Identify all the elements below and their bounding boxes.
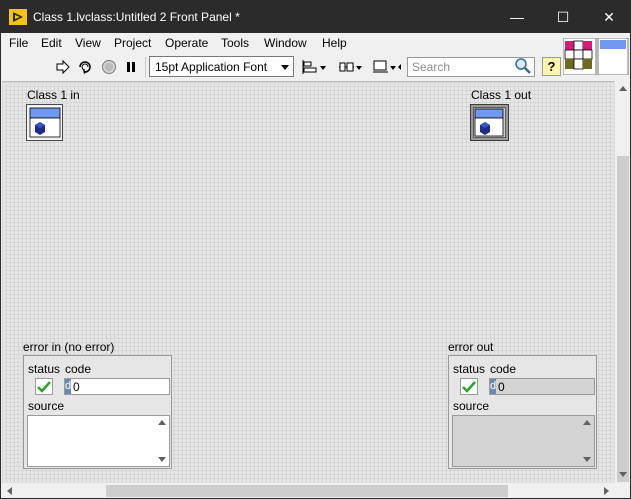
error-out-source-label: source bbox=[453, 399, 490, 413]
distribute-objects-button[interactable] bbox=[337, 57, 365, 77]
run-button[interactable] bbox=[53, 57, 73, 77]
horizontal-scroll-thumb[interactable] bbox=[106, 485, 508, 497]
menu-tools[interactable]: Tools bbox=[221, 36, 249, 50]
menu-window[interactable]: Window bbox=[264, 36, 307, 50]
error-in-source-field[interactable] bbox=[27, 415, 170, 467]
error-in-source-scrollbar[interactable] bbox=[155, 416, 169, 466]
vertical-scroll-thumb[interactable] bbox=[617, 156, 629, 486]
pause-icon bbox=[127, 62, 135, 72]
search-icon[interactable] bbox=[514, 57, 532, 75]
resize-objects-button[interactable] bbox=[372, 57, 404, 77]
error-in-status-label: status bbox=[28, 362, 61, 376]
maximize-button[interactable]: ☐ bbox=[540, 1, 586, 33]
error-out-source-scrollbar[interactable] bbox=[580, 416, 594, 466]
error-in-status-checkbox[interactable] bbox=[35, 378, 53, 395]
error-in-code-label: code bbox=[65, 362, 92, 376]
labview-app-icon bbox=[9, 9, 27, 25]
scroll-down-arrow-icon[interactable] bbox=[158, 457, 166, 462]
toolbar-separator bbox=[145, 57, 146, 77]
radix-indicator[interactable]: d bbox=[490, 379, 496, 394]
title-bar[interactable]: Class 1.lvclass:Untitled 2 Front Panel *… bbox=[1, 1, 630, 33]
scroll-up-arrow-icon[interactable] bbox=[619, 86, 627, 91]
abort-button[interactable] bbox=[99, 57, 119, 77]
class-in-label: Class 1 in bbox=[27, 88, 80, 102]
class-in-control[interactable] bbox=[26, 104, 70, 142]
error-in-code-field[interactable]: d 0 bbox=[64, 378, 170, 395]
error-out-label: error out bbox=[448, 340, 494, 354]
pause-button[interactable] bbox=[121, 57, 141, 77]
error-in-cluster[interactable]: status code d 0 source bbox=[23, 355, 172, 469]
scroll-up-arrow-icon[interactable] bbox=[583, 420, 591, 425]
align-objects-button[interactable] bbox=[301, 57, 329, 77]
search-placeholder: Search bbox=[412, 60, 451, 74]
scroll-up-arrow-icon[interactable] bbox=[158, 420, 166, 425]
menu-view[interactable]: View bbox=[75, 36, 101, 50]
error-out-cluster[interactable]: status code d 0 source bbox=[448, 355, 597, 469]
align-objects-icon bbox=[302, 60, 326, 74]
distribute-objects-icon bbox=[339, 62, 362, 72]
window-title: Class 1.lvclass:Untitled 2 Front Panel * bbox=[33, 10, 240, 24]
abort-icon bbox=[102, 60, 116, 74]
context-help-button[interactable]: ? bbox=[542, 57, 561, 76]
check-icon bbox=[37, 380, 51, 393]
radix-indicator[interactable]: d bbox=[65, 379, 71, 394]
error-in-code-value: 0 bbox=[73, 380, 80, 394]
close-button[interactable]: ✕ bbox=[586, 1, 630, 33]
scroll-down-arrow-icon[interactable] bbox=[583, 457, 591, 462]
check-icon bbox=[462, 380, 476, 393]
error-out-code-label: code bbox=[490, 362, 517, 376]
error-out-code-value: 0 bbox=[498, 380, 505, 394]
run-continuously-icon bbox=[79, 61, 91, 74]
menu-file[interactable]: File bbox=[9, 36, 28, 50]
resize-objects-icon bbox=[373, 60, 401, 73]
error-out-status-indicator bbox=[460, 378, 478, 395]
menu-project[interactable]: Project bbox=[114, 36, 151, 50]
horizontal-scrollbar[interactable] bbox=[2, 482, 614, 498]
scroll-right-arrow-icon[interactable] bbox=[604, 487, 609, 495]
font-select[interactable]: 15pt Application Font bbox=[149, 56, 294, 77]
class-out-indicator[interactable] bbox=[470, 104, 514, 142]
menu-help[interactable]: Help bbox=[322, 36, 347, 50]
error-in-label: error in (no error) bbox=[23, 340, 115, 354]
error-out-status-label: status bbox=[453, 362, 486, 376]
error-out-code-field: d 0 bbox=[489, 378, 595, 395]
scroll-left-arrow-icon[interactable] bbox=[7, 487, 12, 495]
minimize-icon: — bbox=[510, 9, 524, 25]
error-in-source-label: source bbox=[28, 399, 65, 413]
scroll-down-arrow-icon[interactable] bbox=[619, 472, 627, 477]
maximize-icon: ☐ bbox=[556, 8, 570, 25]
connector-pane-icon[interactable] bbox=[563, 38, 629, 75]
run-arrow-icon bbox=[56, 59, 70, 75]
run-continuously-button[interactable] bbox=[75, 57, 95, 77]
close-icon: ✕ bbox=[603, 8, 615, 25]
menu-bar: File Edit View Project Operate Tools Win… bbox=[1, 33, 561, 53]
front-panel-window: Class 1.lvclass:Untitled 2 Front Panel *… bbox=[0, 0, 631, 499]
menu-edit[interactable]: Edit bbox=[41, 36, 62, 50]
minimize-button[interactable]: — bbox=[494, 1, 540, 33]
help-icon: ? bbox=[547, 59, 556, 74]
class-out-label: Class 1 out bbox=[471, 88, 532, 102]
menu-operate[interactable]: Operate bbox=[165, 36, 208, 50]
chevron-down-icon bbox=[281, 65, 289, 70]
toolbar: 15pt Application Font Search bbox=[1, 54, 561, 80]
font-select-value: 15pt Application Font bbox=[155, 60, 268, 74]
vertical-scrollbar[interactable] bbox=[614, 81, 630, 486]
error-out-source-field bbox=[452, 415, 595, 467]
scrollbar-corner bbox=[614, 482, 630, 498]
front-panel-canvas[interactable]: Class 1 in Class 1 out error in (no erro… bbox=[2, 81, 614, 482]
